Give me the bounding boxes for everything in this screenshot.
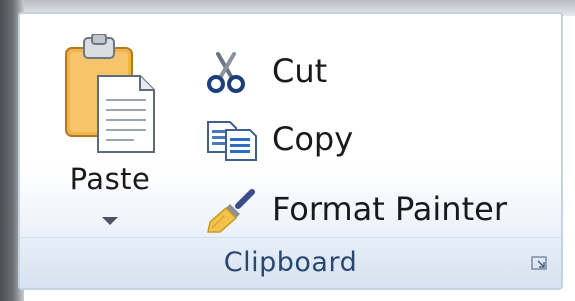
paintbrush-icon <box>204 188 256 240</box>
format-painter-label: Format Painter <box>272 190 507 228</box>
cut-label: Cut <box>272 52 328 90</box>
cut-button[interactable]: Cut <box>200 42 555 98</box>
copy-icon <box>204 118 260 166</box>
scissors-icon <box>204 50 248 98</box>
copy-label: Copy <box>272 120 354 158</box>
dialog-launcher-icon[interactable] <box>531 256 549 272</box>
chevron-down-icon[interactable] <box>100 212 120 231</box>
paste-label: Paste <box>69 162 151 196</box>
paste-button[interactable]: Paste <box>40 28 180 243</box>
clipboard-group: Paste Cut Copy Format Painter Clipboard <box>18 12 563 290</box>
group-label: Clipboard <box>223 247 358 278</box>
copy-button[interactable]: Copy <box>200 110 555 166</box>
format-painter-button[interactable]: Format Painter <box>200 180 555 236</box>
paste-icon <box>62 33 158 162</box>
group-footer: Clipboard <box>20 237 561 288</box>
